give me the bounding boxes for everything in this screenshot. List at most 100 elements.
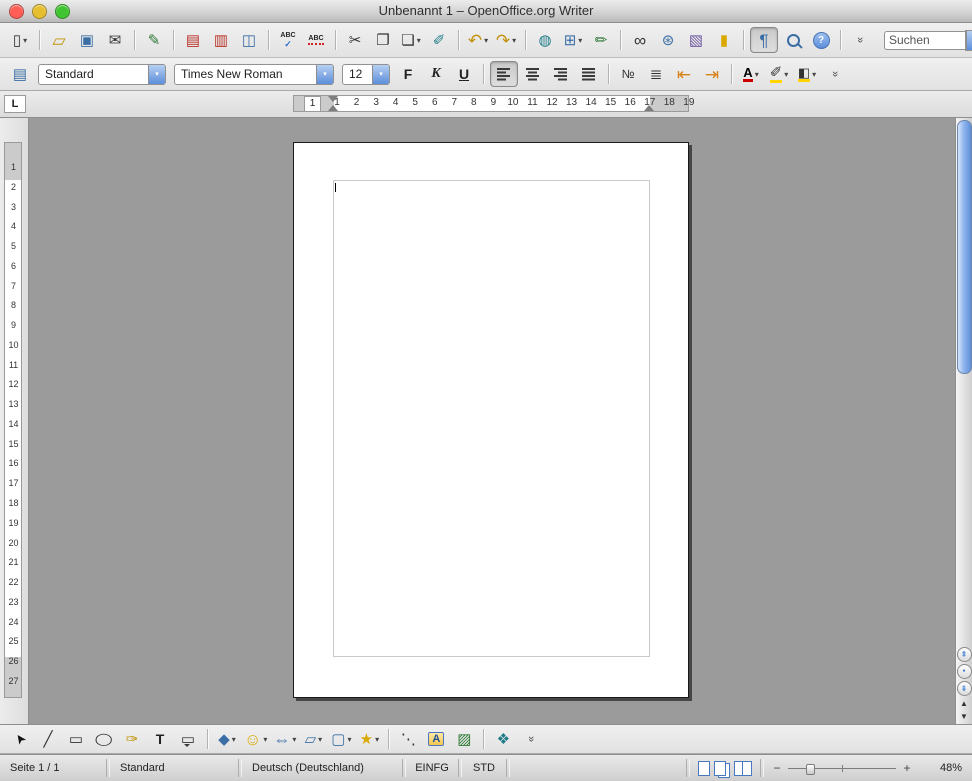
redo-button[interactable]: ↷▾ bbox=[493, 28, 519, 52]
basic-shapes-button[interactable]: ◆▾ bbox=[214, 727, 240, 751]
language-field[interactable]: Deutsch (Deutschland) bbox=[242, 762, 402, 774]
cut-button[interactable]: ✂ bbox=[342, 28, 368, 52]
fontwork-gallery-button[interactable]: A bbox=[423, 727, 449, 751]
rectangle-button[interactable]: ▭ bbox=[63, 727, 89, 751]
gallery-button[interactable]: ▧ bbox=[683, 28, 709, 52]
export-pdf-button[interactable]: ▤ bbox=[180, 28, 206, 52]
hyperlink-button[interactable]: ◍ bbox=[532, 28, 558, 52]
selection-mode-field[interactable]: STD bbox=[462, 762, 506, 774]
search-dropdown[interactable]: ▾ bbox=[965, 30, 972, 51]
navigator-button[interactable]: ⊛ bbox=[655, 28, 681, 52]
toolbar-overflow-button[interactable]: » bbox=[518, 727, 544, 751]
open-button[interactable]: ▱ bbox=[46, 28, 72, 52]
stars-button[interactable]: ★▾ bbox=[356, 727, 382, 751]
align-left-button[interactable] bbox=[490, 61, 518, 87]
first-line-indent-marker[interactable] bbox=[328, 105, 338, 111]
next-page-button[interactable]: ⇟ bbox=[957, 681, 972, 696]
insert-picture-button[interactable]: ▨ bbox=[451, 727, 477, 751]
autospellcheck-button[interactable]: ABC bbox=[303, 28, 329, 52]
justify-button[interactable] bbox=[576, 62, 602, 86]
magnifier-icon bbox=[787, 34, 800, 47]
symbol-shapes-button[interactable]: ☺▾ bbox=[242, 727, 269, 751]
select-button[interactable]: ➤ bbox=[7, 727, 33, 751]
insert-table-button[interactable]: ⊞▾ bbox=[560, 28, 586, 52]
document-page[interactable] bbox=[293, 142, 689, 698]
toolbar-overflow-button[interactable]: » bbox=[847, 28, 873, 52]
ruler-number: 2 bbox=[350, 97, 364, 108]
previous-page-button[interactable]: ⇞ bbox=[957, 647, 972, 662]
paragraph-style-combobox[interactable]: Standard▾ bbox=[38, 64, 166, 85]
right-indent-marker[interactable] bbox=[644, 105, 654, 111]
find-replace-button[interactable]: ∞ bbox=[627, 28, 653, 52]
toolbar-separator bbox=[173, 30, 174, 50]
help-button[interactable]: ? bbox=[808, 28, 834, 52]
print-button[interactable]: ▥ bbox=[208, 28, 234, 52]
block-arrows-button[interactable]: ⇔▾ bbox=[271, 727, 298, 751]
styles-window-button[interactable]: ▤ bbox=[7, 62, 33, 86]
draw-functions-button[interactable]: ✏ bbox=[588, 28, 614, 52]
page-number-field[interactable]: Seite 1 / 1 bbox=[0, 762, 106, 774]
insert-mode-field[interactable]: EINFG bbox=[406, 762, 458, 774]
font-color-button[interactable]: A▾ bbox=[738, 62, 764, 86]
callout-shapes-button[interactable]: ▢▾ bbox=[328, 727, 354, 751]
font-size-combobox[interactable]: 12▾ bbox=[342, 64, 390, 85]
decrease-indent-button[interactable]: ⇤ bbox=[671, 62, 697, 86]
extrusion-toggle-button[interactable]: ❖ bbox=[490, 727, 516, 751]
scroll-up-button[interactable]: ▲ bbox=[957, 698, 971, 709]
line-button[interactable]: ╱ bbox=[35, 727, 61, 751]
single-page-view-button[interactable] bbox=[698, 761, 710, 776]
ellipse-button[interactable]: ◯ bbox=[91, 727, 117, 751]
callout-button[interactable]: ▭ bbox=[175, 727, 201, 751]
format-paintbrush-button[interactable]: ✐ bbox=[426, 28, 452, 52]
zoom-slider[interactable] bbox=[788, 768, 896, 769]
edit-file-button[interactable]: ✎ bbox=[141, 28, 167, 52]
edit-points-button[interactable]: ⋱ bbox=[395, 727, 421, 751]
new-document-button[interactable]: ▯▾ bbox=[7, 28, 33, 52]
left-indent-marker[interactable] bbox=[328, 96, 338, 102]
scrollbar-thumb[interactable] bbox=[957, 120, 972, 374]
email-button[interactable]: ✉ bbox=[102, 28, 128, 52]
page-style-field[interactable]: Standard bbox=[110, 762, 238, 774]
italic-button[interactable]: K bbox=[423, 62, 449, 86]
freeform-line-button[interactable]: ✑ bbox=[119, 727, 145, 751]
increase-indent-button[interactable]: ⇥ bbox=[699, 62, 725, 86]
paste-button[interactable]: ❏▾ bbox=[398, 28, 424, 52]
zoom-button[interactable] bbox=[780, 28, 806, 52]
extrusion-cube-icon: ❖ bbox=[497, 732, 510, 747]
nonprinting-characters-button[interactable]: ¶ bbox=[750, 27, 778, 53]
book-view-button[interactable] bbox=[734, 761, 752, 776]
vertical-scrollbar[interactable]: ⇞ ● ⇟ ▲ ▼ bbox=[955, 118, 972, 724]
horizontal-ruler[interactable]: 1 12345678910111213141516171819 bbox=[28, 95, 956, 112]
font-name-combobox[interactable]: Times New Roman▾ bbox=[174, 64, 334, 85]
bold-button[interactable]: F bbox=[395, 62, 421, 86]
text-box-button[interactable]: T bbox=[147, 727, 173, 751]
zoom-slider-thumb[interactable] bbox=[806, 764, 815, 775]
spellcheck-icon: ABC✓ bbox=[280, 32, 295, 49]
highlighting-button[interactable]: ✐▾ bbox=[766, 62, 792, 86]
navigation-button[interactable]: ● bbox=[957, 664, 972, 679]
copy-button[interactable]: ❐ bbox=[370, 28, 396, 52]
background-color-button[interactable]: ◧▾ bbox=[794, 62, 820, 86]
zoom-in-button[interactable]: + bbox=[902, 761, 912, 775]
chevron-down-icon: ▾ bbox=[148, 65, 165, 84]
search-input[interactable] bbox=[884, 31, 965, 50]
spellcheck-button[interactable]: ABC✓ bbox=[275, 28, 301, 52]
numbering-button[interactable]: № bbox=[615, 62, 641, 86]
align-right-button[interactable] bbox=[548, 62, 574, 86]
text-boundary[interactable] bbox=[333, 180, 650, 657]
flowchart-button[interactable]: ▱▾ bbox=[300, 727, 326, 751]
multi-page-view-button[interactable] bbox=[714, 761, 726, 776]
scroll-down-button[interactable]: ▼ bbox=[957, 711, 971, 722]
page-preview-button[interactable]: ◫ bbox=[236, 28, 262, 52]
align-center-button[interactable] bbox=[520, 62, 546, 86]
save-button[interactable]: ▣ bbox=[74, 28, 100, 52]
underline-button[interactable]: U bbox=[451, 62, 477, 86]
tab-stop-selector[interactable]: L bbox=[4, 95, 26, 113]
zoom-percentage-field[interactable]: 48% bbox=[920, 762, 972, 774]
bullets-button[interactable]: ≣ bbox=[643, 62, 669, 86]
toolbar-overflow-button[interactable]: » bbox=[822, 62, 848, 86]
vertical-ruler[interactable]: 1234567891011121314151617181920212223242… bbox=[0, 118, 29, 724]
undo-button[interactable]: ↶▾ bbox=[465, 28, 491, 52]
zoom-out-button[interactable]: − bbox=[772, 761, 782, 775]
data-sources-button[interactable]: ▮ bbox=[711, 28, 737, 52]
